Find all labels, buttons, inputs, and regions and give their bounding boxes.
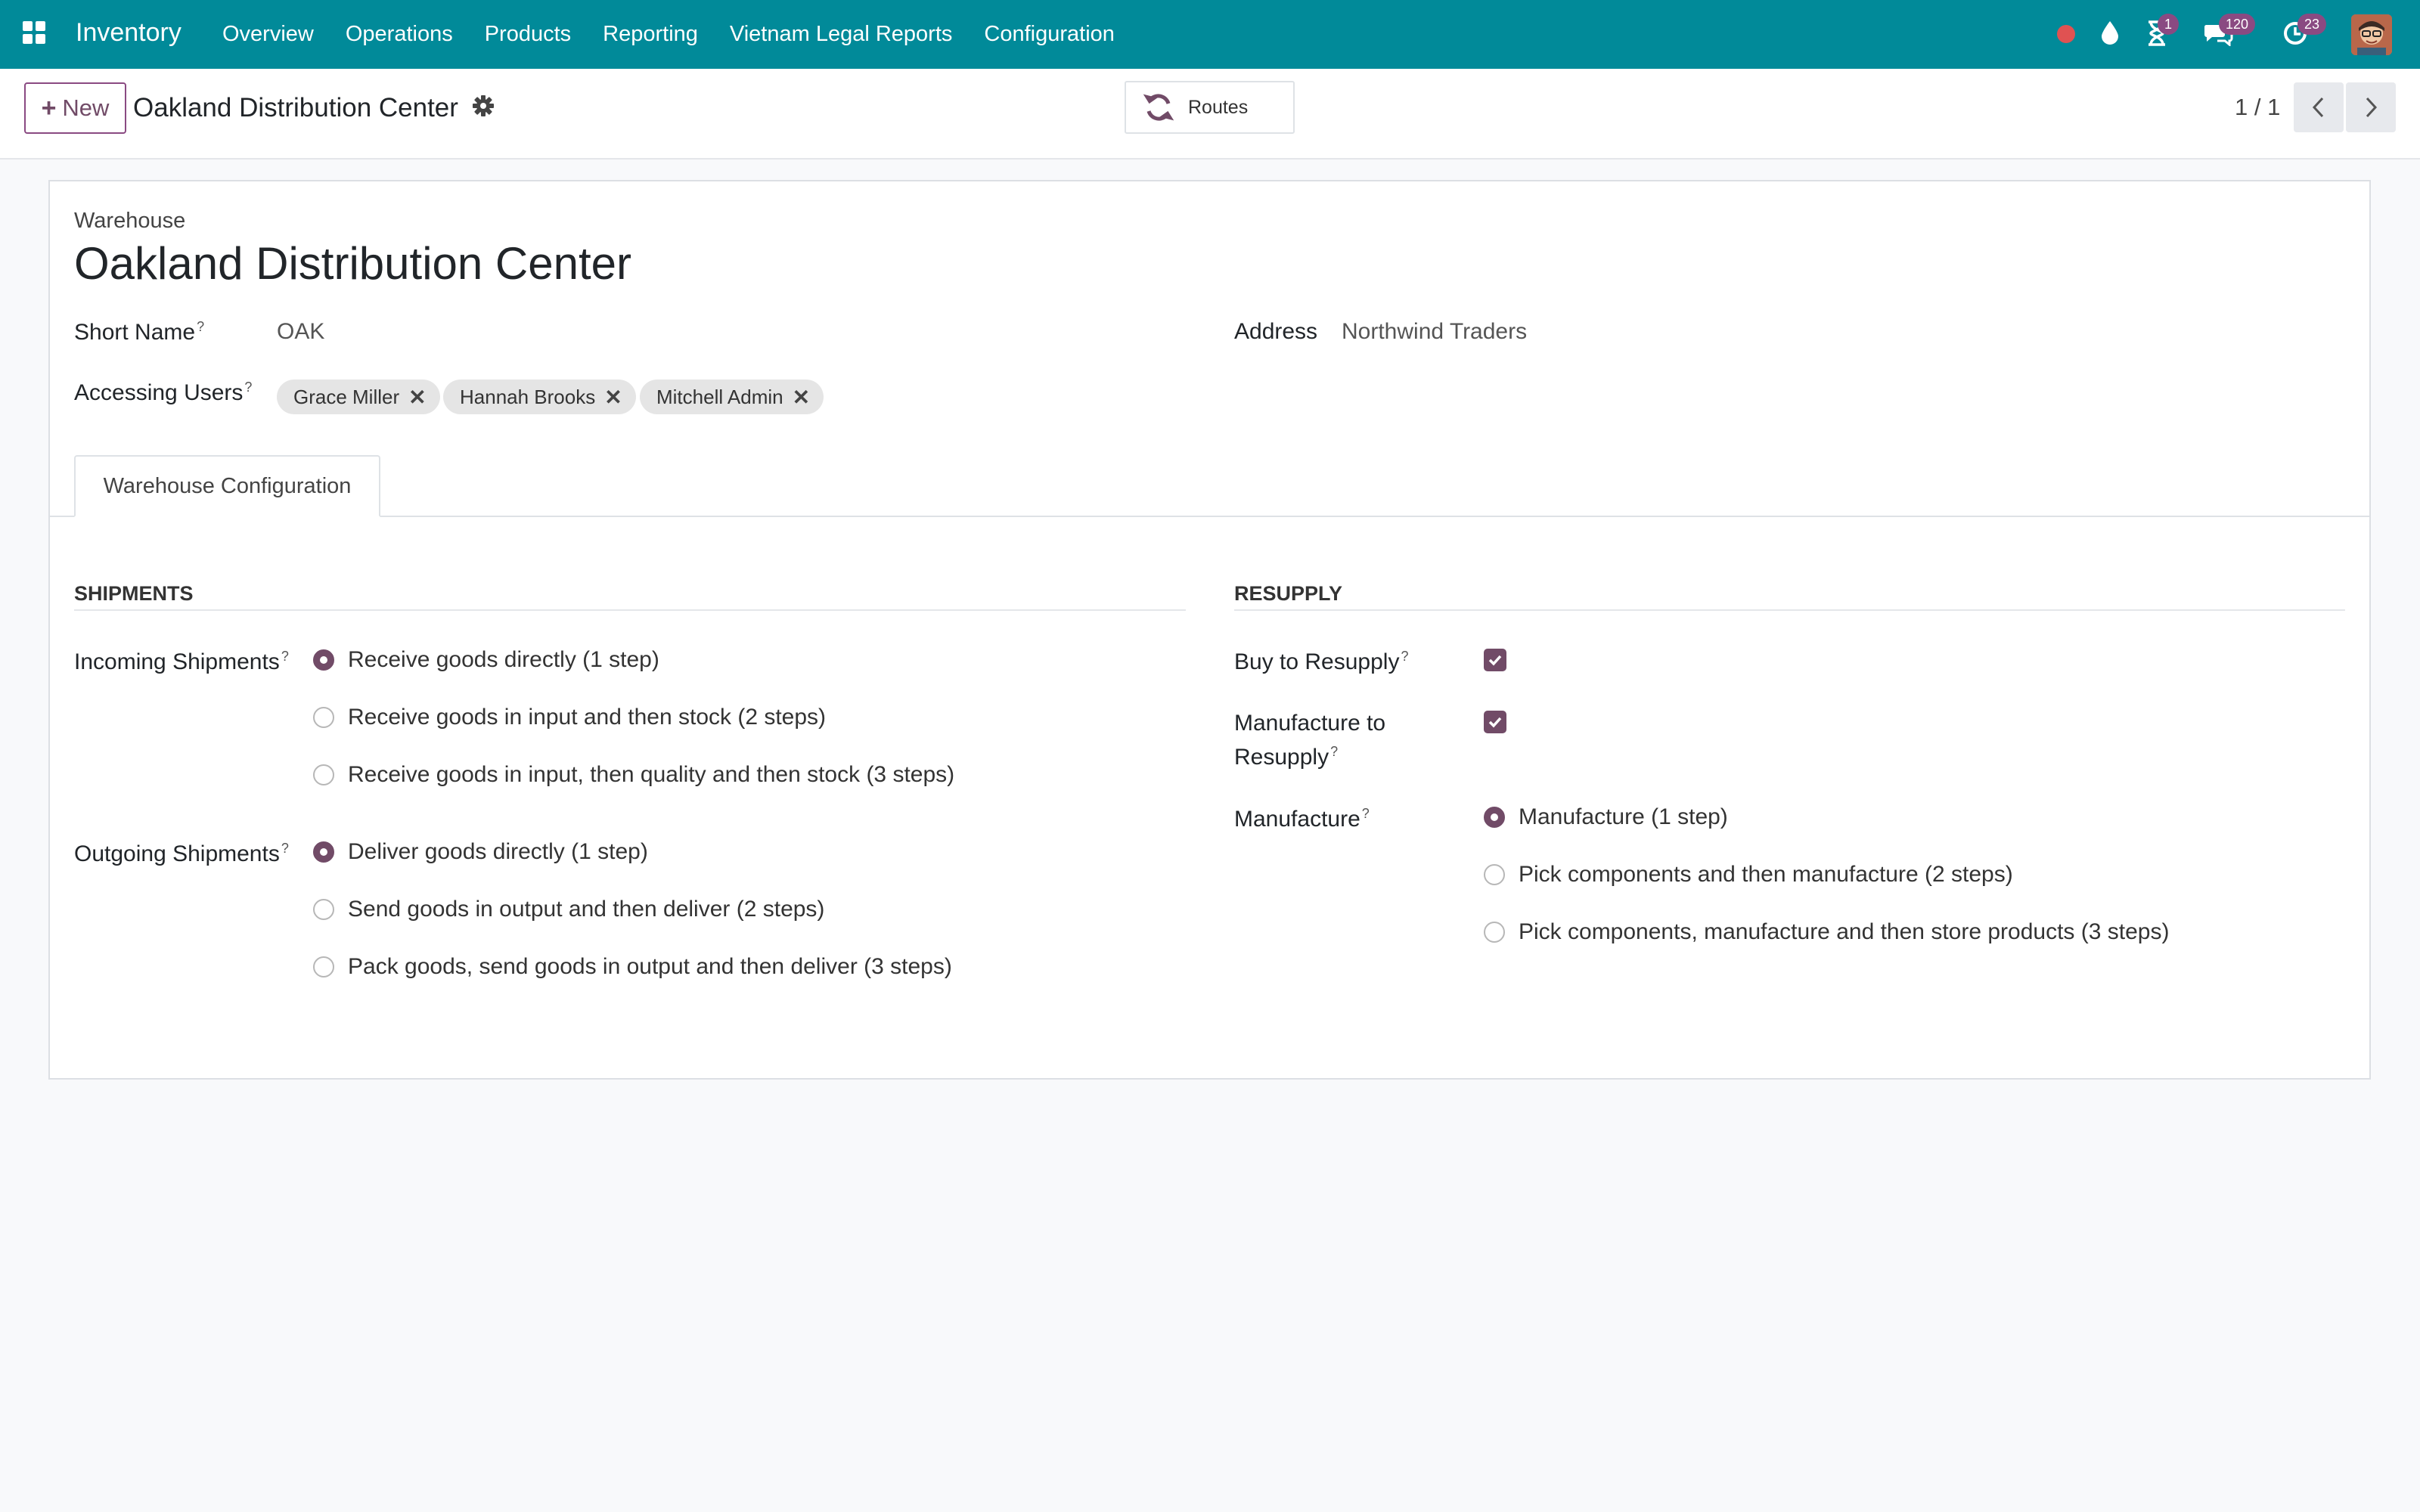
resupply-divider <box>1234 609 2345 611</box>
new-button[interactable]: + New <box>24 82 126 134</box>
shipments-section-title: SHIPMENTS <box>74 582 194 605</box>
radio-button[interactable] <box>313 707 334 728</box>
menu-operations[interactable]: Operations <box>346 22 453 47</box>
user-tag-label: Mitchell Admin <box>656 385 783 408</box>
radio-button[interactable] <box>313 764 334 785</box>
messages-badge: 120 <box>2219 14 2256 35</box>
routes-smart-button[interactable]: Routes <box>1125 81 1295 134</box>
main-menu: Overview Operations Products Reporting V… <box>222 22 1146 47</box>
buy-to-resupply-label: Buy to Resupply? <box>1234 649 1409 674</box>
radio-button[interactable] <box>1484 807 1505 828</box>
new-button-label: New <box>62 94 110 121</box>
radio-button[interactable] <box>1484 922 1505 943</box>
refresh-icon <box>1143 91 1174 123</box>
routes-label: Routes <box>1188 96 1249 118</box>
user-tag[interactable]: Hannah Brooks ✕ <box>443 380 636 414</box>
radio-button[interactable] <box>313 841 334 863</box>
manufacture-to-resupply-label-line2: Resupply? <box>1234 744 1339 770</box>
menu-vietnam-legal-reports[interactable]: Vietnam Legal Reports <box>730 22 952 47</box>
model-label: Warehouse <box>74 209 186 233</box>
menu-configuration[interactable]: Configuration <box>984 22 1115 47</box>
menu-products[interactable]: Products <box>485 22 571 47</box>
clock-badge: 23 <box>2297 14 2327 35</box>
shipments-divider <box>74 609 1186 611</box>
remove-tag-icon[interactable]: ✕ <box>408 385 426 410</box>
top-navbar: Inventory Overview Operations Products R… <box>0 0 2420 69</box>
radio-button[interactable] <box>1484 864 1505 885</box>
control-panel: + New Oakland Distribution Center Routes… <box>0 69 2420 160</box>
check-icon <box>1488 655 1502 666</box>
breadcrumb-record-title: Oakland Distribution Center <box>133 93 458 122</box>
incoming-shipments-label: Incoming Shipments? <box>74 649 289 674</box>
incoming-option-2-steps[interactable]: Receive goods in input and then stock (2… <box>313 705 826 730</box>
accessing-users-label: Accessing Users? <box>74 380 253 405</box>
short-name-label: Short Name? <box>74 319 205 345</box>
manufacture-option-1-step[interactable]: Manufacture (1 step) <box>1484 804 1728 830</box>
tab-warehouse-configuration[interactable]: Warehouse Configuration <box>74 455 380 517</box>
radio-button[interactable] <box>313 899 334 920</box>
remove-tag-icon[interactable]: ✕ <box>604 385 622 410</box>
gear-icon[interactable] <box>472 94 496 119</box>
manufacture-option-2-steps[interactable]: Pick components and then manufacture (2 … <box>1484 862 2013 888</box>
check-icon <box>1488 717 1502 728</box>
manufacture-to-resupply-checkbox[interactable] <box>1484 711 1506 733</box>
outgoing-option-1-step[interactable]: Deliver goods directly (1 step) <box>313 839 648 865</box>
droplet-icon[interactable] <box>2100 20 2120 49</box>
resupply-section-title: RESUPPLY <box>1234 582 1343 605</box>
address-label: Address <box>1234 319 1318 344</box>
warehouse-name-field[interactable]: Oakland Distribution Center <box>74 237 631 290</box>
chevron-left-icon <box>2312 97 2324 118</box>
menu-overview[interactable]: Overview <box>222 22 314 47</box>
user-tag[interactable]: Grace Miller ✕ <box>277 380 440 414</box>
remove-tag-icon[interactable]: ✕ <box>793 385 810 410</box>
incoming-option-3-steps[interactable]: Receive goods in input, then quality and… <box>313 762 954 788</box>
manufacture-option-3-steps[interactable]: Pick components, manufacture and then st… <box>1484 919 2169 945</box>
address-field[interactable]: Northwind Traders <box>1342 319 1527 345</box>
outgoing-option-3-steps[interactable]: Pack goods, send goods in output and the… <box>313 954 952 980</box>
manufacture-to-resupply-label: Manufacture to <box>1234 711 1386 736</box>
radio-button[interactable] <box>313 649 334 671</box>
pager-next-button[interactable] <box>2346 82 2396 132</box>
short-name-field[interactable]: OAK <box>277 319 324 345</box>
user-avatar[interactable] <box>2351 14 2392 55</box>
user-tag-label: Hannah Brooks <box>460 385 596 408</box>
incoming-option-1-step[interactable]: Receive goods directly (1 step) <box>313 647 659 673</box>
outgoing-option-2-steps[interactable]: Send goods in output and then deliver (2… <box>313 897 824 922</box>
pager-value[interactable]: 1 / 1 <box>2235 94 2280 121</box>
tab-divider <box>50 516 2369 517</box>
apps-menu-icon[interactable] <box>23 21 47 45</box>
form-sheet: Warehouse Oakland Distribution Center Sh… <box>48 180 2371 1080</box>
outgoing-shipments-label: Outgoing Shipments? <box>74 841 289 866</box>
menu-reporting[interactable]: Reporting <box>603 22 698 47</box>
app-brand[interactable]: Inventory <box>76 18 182 48</box>
radio-button[interactable] <box>313 956 334 978</box>
plus-icon: + <box>41 93 57 122</box>
user-tag[interactable]: Mitchell Admin ✕ <box>640 380 824 414</box>
pager-previous-button[interactable] <box>2294 82 2344 132</box>
chevron-right-icon <box>2366 97 2378 118</box>
buy-to-resupply-checkbox[interactable] <box>1484 649 1506 671</box>
recording-dot-icon[interactable] <box>2057 25 2075 43</box>
activities-badge: 1 <box>2158 14 2180 35</box>
user-tag-label: Grace Miller <box>293 385 400 408</box>
manufacture-label: Manufacture? <box>1234 806 1370 832</box>
